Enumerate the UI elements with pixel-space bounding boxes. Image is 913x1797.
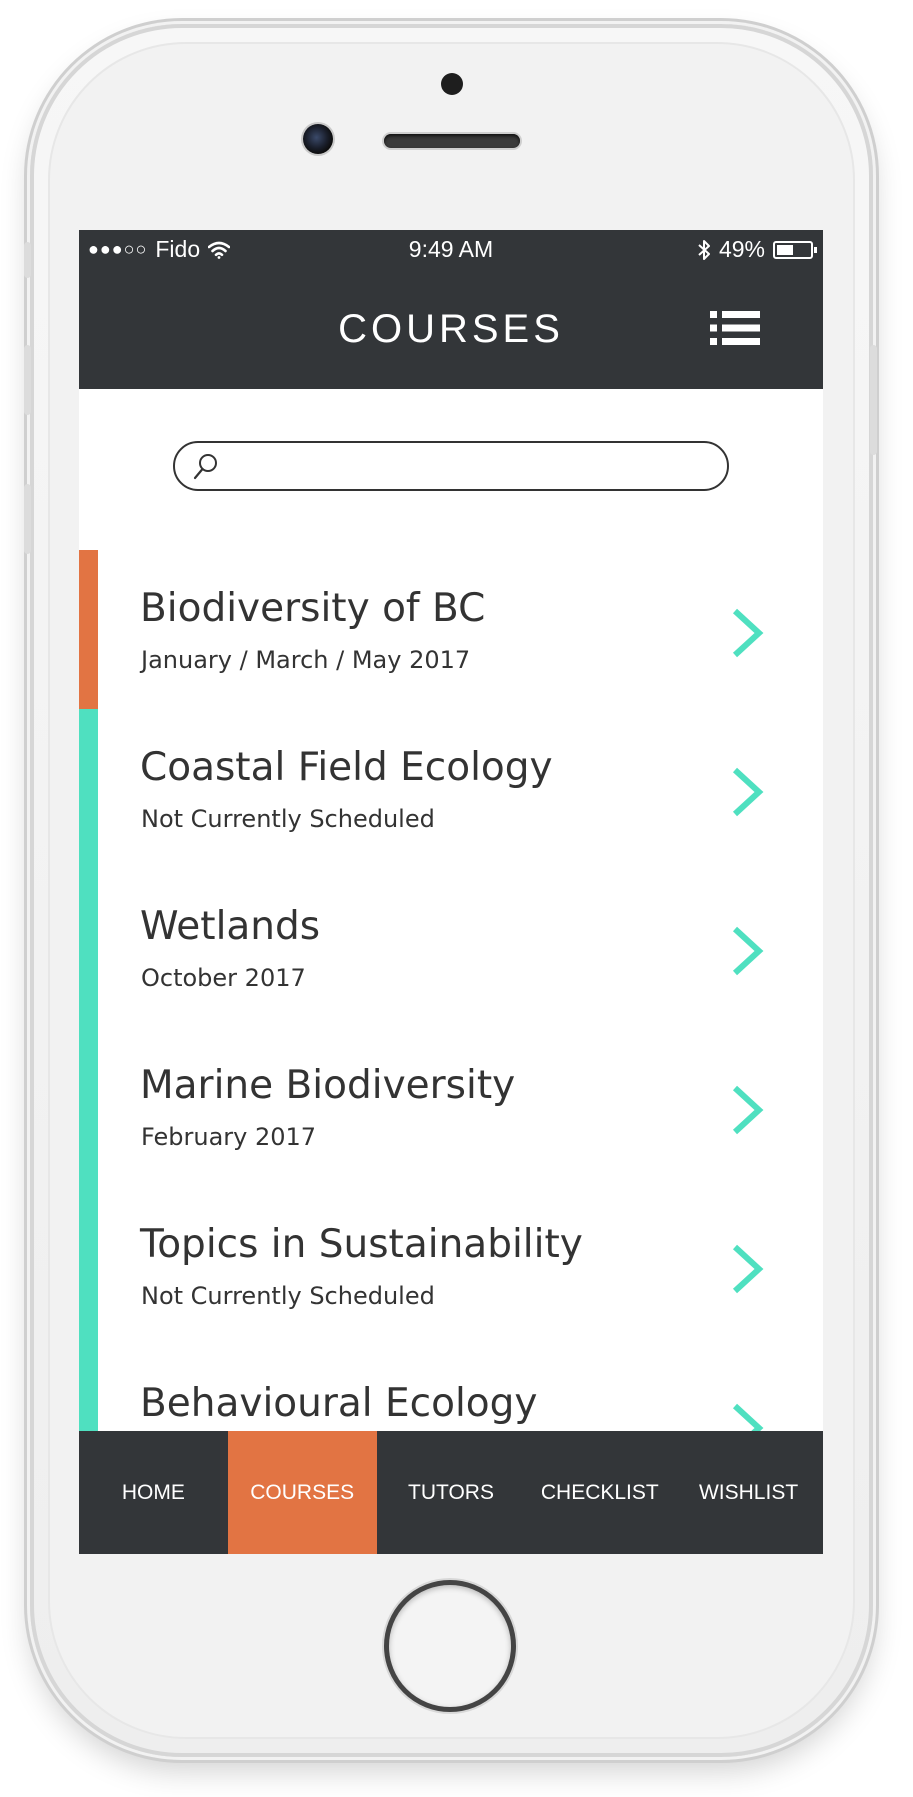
course-title: Topics in Sustainability	[140, 1222, 583, 1267]
course-title: Marine Biodiversity	[140, 1063, 516, 1108]
volume-up-button	[24, 345, 31, 415]
course-accent-bar	[79, 709, 98, 868]
course-schedule: October 2017	[141, 964, 306, 992]
chevron-right-icon[interactable]	[729, 607, 765, 659]
course-list: Biodiversity of BC January / March / May …	[79, 550, 823, 1504]
course-schedule: January / March / May 2017	[141, 646, 471, 674]
course-list-item[interactable]: Biodiversity of BC January / March / May …	[79, 550, 823, 709]
course-title: Biodiversity of BC	[140, 586, 486, 631]
battery-level-fill	[777, 244, 793, 255]
tab-tutors[interactable]: TUTORS	[377, 1431, 526, 1554]
proximity-sensor	[441, 73, 463, 95]
course-title: Behavioural Ecology	[140, 1381, 538, 1426]
chevron-right-icon[interactable]	[729, 766, 765, 818]
mute-switch	[24, 242, 31, 278]
tab-checklist[interactable]: CHECKLIST	[525, 1431, 674, 1554]
status-bar: ●●●○○ Fido 9:49 AM 49%	[79, 230, 823, 270]
course-schedule: Not Currently Scheduled	[141, 805, 435, 833]
search-icon	[193, 454, 217, 480]
battery-tip	[814, 246, 817, 253]
chevron-right-icon[interactable]	[729, 925, 765, 977]
home-button[interactable]	[384, 1580, 516, 1712]
course-schedule: Not Currently Scheduled	[141, 1282, 435, 1310]
power-button	[870, 345, 877, 455]
tab-courses[interactable]: COURSES	[227, 1431, 377, 1554]
course-schedule: February 2017	[141, 1123, 317, 1151]
search-input[interactable]	[231, 449, 715, 485]
chevron-right-icon[interactable]	[729, 1243, 765, 1295]
course-list-item[interactable]: Topics in Sustainability Not Currently Sc…	[79, 1186, 823, 1345]
bluetooth-icon	[698, 239, 710, 260]
earpiece-speaker	[384, 134, 520, 148]
course-list-item[interactable]: Coastal Field Ecology Not Currently Sched…	[79, 709, 823, 868]
status-right: 49%	[697, 236, 817, 263]
course-accent-bar	[79, 868, 98, 1027]
course-accent-bar	[79, 1027, 98, 1186]
course-title: Wetlands	[140, 904, 321, 949]
tab-home[interactable]: HOME	[79, 1431, 228, 1554]
chevron-right-icon[interactable]	[729, 1084, 765, 1136]
front-camera-icon	[303, 124, 333, 154]
course-accent-bar	[79, 550, 98, 709]
volume-down-button	[24, 484, 31, 554]
battery-percent: 49%	[718, 236, 765, 262]
course-list-item[interactable]: Wetlands October 2017	[79, 868, 823, 1027]
course-accent-bar	[79, 1186, 98, 1345]
search-bar[interactable]	[173, 441, 729, 491]
list-menu-icon[interactable]	[710, 310, 760, 346]
app-screen: ●●●○○ Fido 9:49 AM 49% COURSES Biodivers…	[79, 230, 823, 1554]
course-list-item[interactable]: Marine Biodiversity February 2017	[79, 1027, 823, 1186]
bottom-tab-bar: HOME COURSES TUTORS CHECKLIST WISHLIST	[79, 1431, 823, 1554]
app-header: ●●●○○ Fido 9:49 AM 49% COURSES	[79, 230, 823, 389]
tab-wishlist[interactable]: WISHLIST	[674, 1431, 823, 1554]
battery-icon	[773, 240, 817, 259]
course-title: Coastal Field Ecology	[140, 745, 553, 790]
